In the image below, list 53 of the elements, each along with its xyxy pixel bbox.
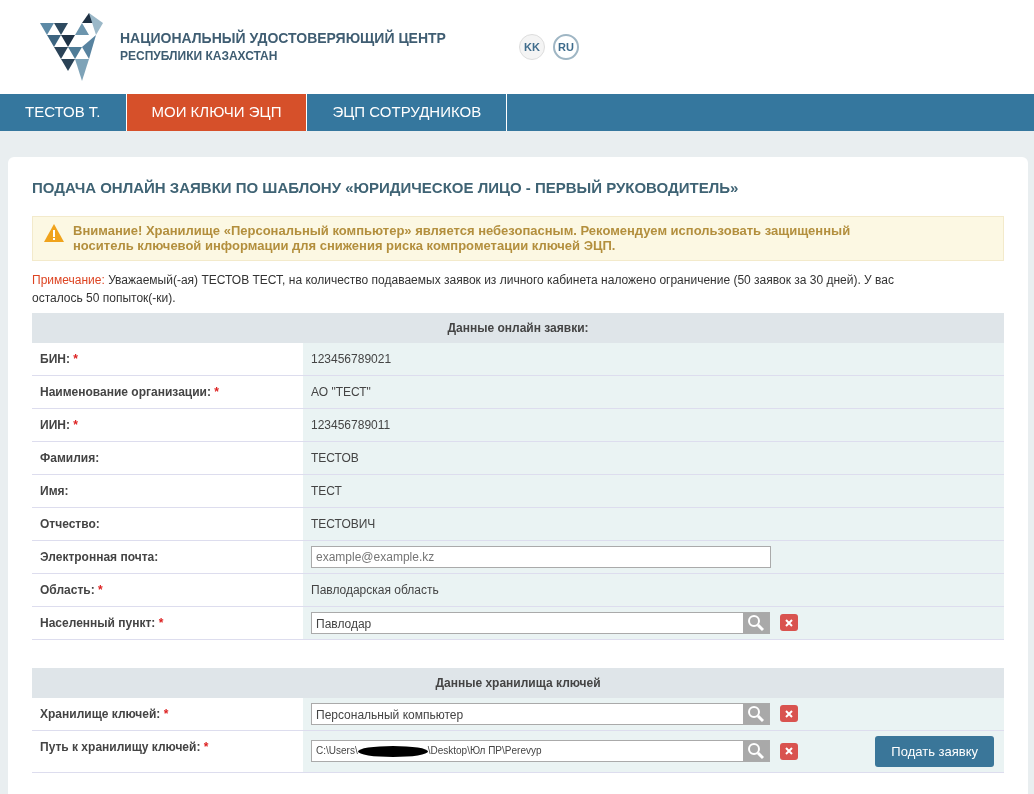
field-value: ТЕСТОВ [311,449,359,467]
field-label: Фамилия: [40,450,100,465]
required-mark: * [158,615,164,630]
nav-tab[interactable]: МОИ КЛЮЧИ ЭЦП [126,94,308,131]
field-value: 123456789011 [311,416,391,434]
search-icon [747,704,765,723]
required-mark: * [214,384,219,399]
field-value: АО "ТЕСТ" [311,383,371,401]
search-button[interactable] [743,703,769,724]
field-label: Хранилище ключей: [40,706,161,721]
clear-button[interactable] [780,614,798,632]
field-label: Отчество: [40,516,100,531]
warning-text: Внимание! Хранилище «Персональный компьютер» является небезопасным. Рекомендуем использовать защищенный носитель ключевой информации для снижения риска компрометации ключей ЭЦП. [73,222,852,254]
field-value: ТЕСТ [311,482,342,500]
submit-button[interactable]: Подать заявку [875,735,994,768]
site-subtitle: РЕСПУБЛИКИ КАЗАХСТАН [120,48,279,66]
field-label: ИИН: [40,417,70,432]
warning-icon [43,222,65,243]
field-label: БИН: [40,351,70,366]
section-header: Данные хранилища ключей [32,667,1004,698]
close-icon [785,747,793,756]
field-value: 123456789021 [311,350,392,368]
input-field[interactable]: example@example.kz [311,545,771,568]
field-label: Путь к хранилищу ключей: [40,739,201,754]
required-mark: * [203,739,209,754]
section-header: Данные онлайн заявки: [32,312,1004,343]
field-label: Имя: [40,483,69,498]
field-label: Электронная почта: [40,549,159,564]
close-icon [785,709,793,718]
note-text: Примечание: Уважаемый(-ая) ТЕСТОВ ТЕСТ, на количество подаваемых заявок из личного кабинета наложено ограничение (50 заявок за 30 дней). У вас осталось 50 попыток(-ки). [32,271,895,307]
lookup-field[interactable]: Персональный компьютер [311,702,770,725]
required-mark: * [73,417,78,432]
field-value: ТЕСТОВИЧ [311,515,376,533]
field-label: Населенный пункт: [40,615,156,630]
nav-tab[interactable]: ТЕСТОВ Т. [0,94,127,131]
field-label: Наименование организации: [40,384,211,399]
site-title: НАЦИОНАЛЬНЫЙ УДОСТОВЕРЯЮЩИЙ ЦЕНТР [120,28,446,48]
search-icon [747,613,765,632]
clear-button[interactable] [780,742,798,760]
required-mark: * [73,351,78,366]
search-button[interactable] [743,612,769,633]
close-icon [785,618,793,627]
language-button[interactable]: KK [518,34,545,60]
lookup-field[interactable]: Павлодар [311,611,770,634]
required-mark: * [98,582,103,597]
nav-tab[interactable]: ЭЦП СОТРУДНИКОВ [307,94,508,131]
field-label: Область: [40,582,95,597]
clear-button[interactable] [780,705,798,723]
logo-icon [40,13,104,81]
field-value: Павлодарская область [311,581,439,599]
required-mark: * [163,706,169,721]
language-button[interactable]: RU [552,34,579,60]
page-title: ПОДАЧА ОНЛАЙН ЗАЯВКИ ПО ШАБЛОНУ «ЮРИДИЧЕСКОЕ ЛИЦО - ПЕРВЫЙ РУКОВОДИТЕЛЬ» [32,178,740,198]
